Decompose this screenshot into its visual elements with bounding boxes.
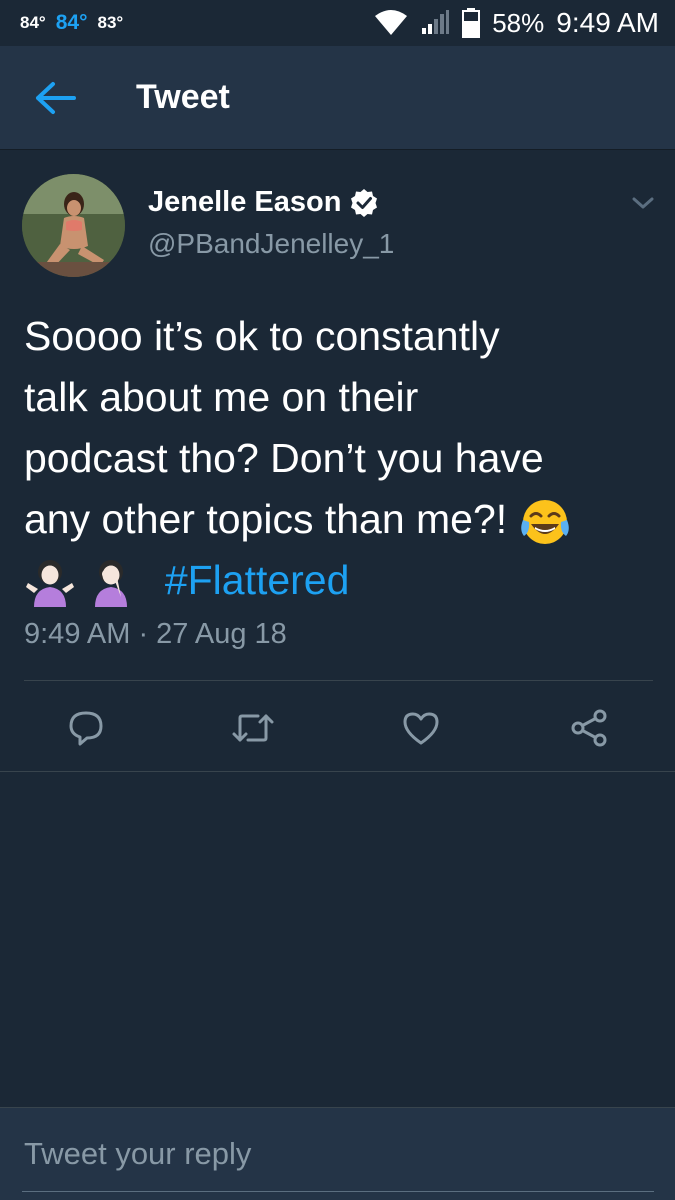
arrow-left-icon [36,81,76,114]
like-button[interactable] [391,698,451,758]
hashtag-link[interactable]: #Flattered [165,557,350,603]
author-handle[interactable]: @PBandJenelley_1 [148,228,394,260]
author-name-row[interactable]: Jenelle Eason [148,186,379,219]
person-facepalming-emoji-icon [95,560,128,608]
avatar-image [22,174,125,277]
tweet-line: podcast tho? Don’t you have [24,435,544,481]
weather-temps: 84° 84° 83° [20,11,123,35]
tweet-line: any other topics than me?! [24,496,508,542]
tweet-card: Jenelle Eason @PBandJenelley_1 Soooo it’… [0,150,675,772]
clock: 9:49 AM [556,7,659,38]
back-button[interactable] [28,70,84,126]
reply-bar [0,1107,675,1200]
temp-1: 84° [20,13,46,32]
tweet-line-emoji-hashtag: #Flattered [24,550,654,611]
verified-badge-icon [351,188,378,217]
reply-button[interactable] [56,698,116,758]
tears-of-joy-emoji-icon [520,500,569,545]
tweet-actions [0,698,675,758]
battery-icon [462,8,481,38]
battery-percent: 58% [492,7,545,38]
status-bar: 84° 84° 83° 58% 9:49 AM [0,0,675,46]
tweet-text: Soooo it’s ok to constantly talk about m… [24,306,654,611]
reply-input[interactable] [22,1132,654,1192]
share-button[interactable] [559,698,619,758]
page-title: Tweet [136,78,230,116]
tweet-line-with-emoji: any other topics than me?! [24,489,654,550]
retweet-button[interactable] [223,698,283,758]
chevron-down-icon[interactable] [628,188,658,218]
heart-icon [403,712,439,745]
retweet-icon [232,714,274,742]
avatar[interactable] [22,174,125,277]
reply-icon [69,711,103,746]
signal-icon [422,10,450,34]
tweet-line: talk about me on their [24,374,419,420]
tweet-line: Soooo it’s ok to constantly [24,313,500,359]
person-shrugging-emoji-icon [26,560,74,608]
author-name[interactable]: Jenelle Eason [148,186,341,219]
temp-2: 84° [55,11,88,34]
status-right: 58% 9:49 AM [374,7,659,39]
wifi-icon [375,10,408,35]
share-icon [571,709,607,747]
divider [24,680,653,681]
tweet-timestamp: 9:49 AM · 27 Aug 18 [24,618,287,650]
app-header: Tweet [0,46,675,150]
temp-3: 83° [97,13,124,32]
